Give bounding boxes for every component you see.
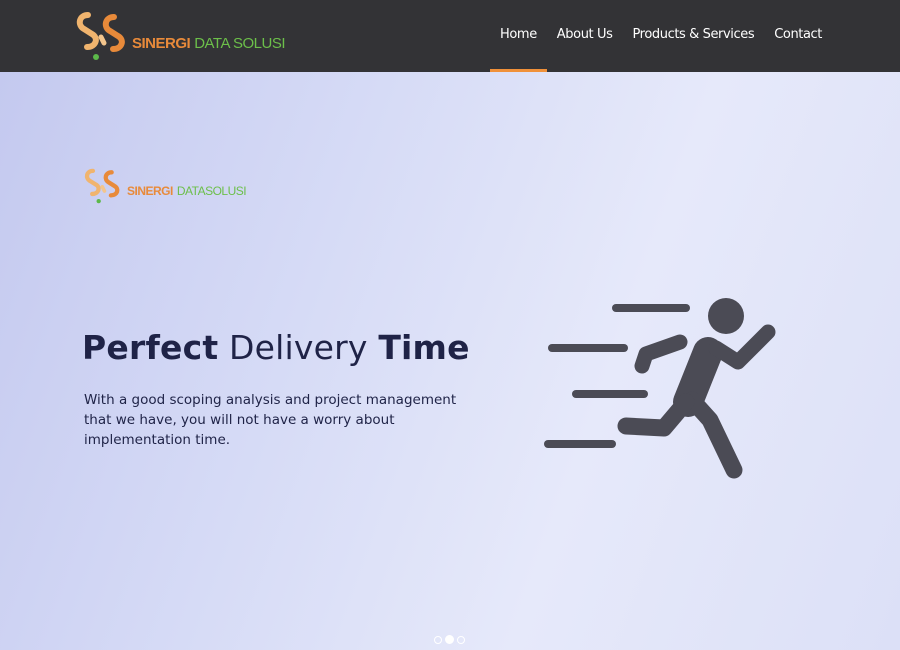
brand-name-part2: DATA xyxy=(194,34,230,52)
hero-title-part1: Perfect xyxy=(82,328,219,367)
carousel-dot-1[interactable] xyxy=(434,635,442,644)
nav-item-label: About Us xyxy=(556,26,613,42)
nav-item-label: Contact xyxy=(774,26,822,42)
nav-item-about-us[interactable]: About Us xyxy=(547,0,623,72)
brand-name-part1: SINERGI xyxy=(127,184,173,198)
brand-name-part3: SOLUSI xyxy=(205,184,247,198)
brand-wordmark: SINERGI DATA SOLUSI xyxy=(132,34,286,52)
hero-title-part2: Delivery xyxy=(229,328,368,367)
hero-brand-wordmark: SINERGI DATA SOLUSI xyxy=(127,184,247,198)
hero-title-part3: Time xyxy=(378,328,470,367)
carousel-dot-2[interactable] xyxy=(445,635,454,644)
hero-title: Perfect Delivery Time xyxy=(82,328,470,367)
carousel-dot-3[interactable] xyxy=(457,635,465,644)
hero-slider: SINERGI DATA SOLUSI Perfect Delivery Tim… xyxy=(0,72,900,650)
brand-name-part1: SINERGI xyxy=(132,34,191,52)
brand-logo[interactable]: SINERGI DATA SOLUSI xyxy=(74,11,286,61)
brand-name-part2: DATA xyxy=(176,184,206,198)
brand-name-part3: SOLUSI xyxy=(232,34,286,52)
running-person-icon xyxy=(544,298,776,479)
nav-item-label: Products & Services xyxy=(632,26,755,42)
carousel-indicators xyxy=(434,635,465,644)
main-nav: Home About Us Products & Services Contac… xyxy=(490,0,832,72)
hero-brand-logo: SINERGI DATA SOLUSI xyxy=(80,168,247,204)
nav-item-contact[interactable]: Contact xyxy=(764,0,832,72)
nav-item-products-services[interactable]: Products & Services xyxy=(622,0,764,72)
brand-logo-icon xyxy=(76,12,125,60)
hero-description: With a good scoping analysis and project… xyxy=(84,390,504,450)
hero-description-line2: that we have, you will not have a worry … xyxy=(84,412,395,448)
nav-item-label: Home xyxy=(500,26,537,42)
nav-item-home[interactable]: Home xyxy=(490,0,547,72)
hero-brand-logo-icon xyxy=(84,168,120,204)
hero-description-line1: With a good scoping analysis and project… xyxy=(84,392,457,408)
navbar: SINERGI DATA SOLUSI Home About Us Produc… xyxy=(0,0,900,72)
